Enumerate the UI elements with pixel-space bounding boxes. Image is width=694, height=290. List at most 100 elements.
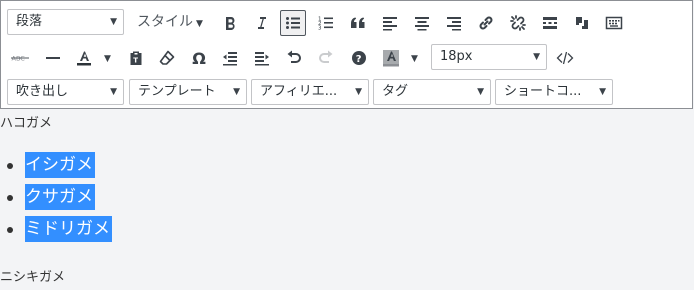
affiliate-select-value: アフィリエ... <box>260 84 338 99</box>
horizontal-line-icon <box>46 57 60 59</box>
toolbar-row-3: 吹き出し ▼ テンプレート ▼ アフィリエ... ▼ タグ ▼ ショートコ...… <box>1 75 692 109</box>
bullet-list-button[interactable] <box>280 10 306 36</box>
link-icon <box>479 16 493 30</box>
blockquote-button[interactable] <box>345 10 371 36</box>
indent-button[interactable] <box>249 45 275 71</box>
redo-button[interactable] <box>313 45 339 71</box>
tag-select[interactable]: タグ ▼ <box>373 79 491 105</box>
selected-text: クサガメ <box>25 184 95 210</box>
background-color-icon <box>383 50 399 67</box>
chevron-down-icon: ▼ <box>104 54 111 64</box>
editor-toolbar: 段落 ▼ スタイル ▼ 123 ▼ T Ω ? ▼ 18px ▼ 吹き出し ▼ … <box>0 0 693 109</box>
svg-text:T: T <box>133 57 138 65</box>
tag-select-value: タグ <box>382 84 409 99</box>
selected-text: イシガメ <box>25 152 95 178</box>
text-color-dropdown[interactable]: ▼ <box>101 44 111 70</box>
bold-button[interactable] <box>217 10 243 36</box>
text-color-icon <box>77 51 91 66</box>
background-color-dropdown[interactable]: ▼ <box>408 44 418 70</box>
list-item: クサガメ <box>7 184 112 216</box>
redo-icon <box>319 50 333 63</box>
toolbar-toggle-button[interactable] <box>601 10 627 36</box>
align-left-button[interactable] <box>377 10 403 36</box>
text-color-button[interactable] <box>71 45 97 71</box>
code-icon <box>556 51 574 65</box>
omega-icon: Ω <box>192 48 206 68</box>
bullet-list-icon <box>286 17 300 29</box>
bullet-icon <box>7 163 13 169</box>
help-button[interactable]: ? <box>346 45 372 71</box>
read-more-button[interactable] <box>537 10 563 36</box>
italic-button[interactable] <box>248 10 274 36</box>
outdent-button[interactable] <box>217 45 243 71</box>
align-right-button[interactable] <box>441 10 467 36</box>
paste-as-text-button[interactable]: T <box>123 45 149 71</box>
template-select[interactable]: テンプレート ▼ <box>129 79 247 105</box>
clear-formatting-button[interactable] <box>154 45 180 71</box>
paragraph: ハコガメ <box>0 116 53 131</box>
speech-bubble-select[interactable]: 吹き出し ▼ <box>7 79 124 105</box>
remove-link-button[interactable] <box>505 10 531 36</box>
read-more-icon <box>543 17 557 29</box>
numbered-list-button[interactable]: 123 <box>313 10 339 36</box>
bullet-icon <box>7 195 13 201</box>
toolbar-row-1: 段落 ▼ スタイル ▼ 123 <box>1 5 692 39</box>
template-select-value: テンプレート <box>138 84 216 99</box>
unlink-icon <box>510 15 526 31</box>
editor-content[interactable]: ハコガメ イシガメ クサガメ ミドリガメ ニシキガメ <box>0 110 694 290</box>
strikethrough-icon: ABC <box>11 55 29 63</box>
outdent-icon <box>223 52 237 66</box>
align-right-icon <box>447 17 461 31</box>
chevron-down-icon: ▼ <box>196 19 203 29</box>
horizontal-line-button[interactable] <box>40 45 66 71</box>
chevron-down-icon: ▼ <box>233 87 240 97</box>
svg-text:?: ? <box>356 54 362 65</box>
shortcode-select-value: ショートコ... <box>504 84 582 99</box>
align-center-button[interactable] <box>409 10 435 36</box>
undo-button[interactable] <box>281 45 307 71</box>
indent-icon <box>255 52 269 66</box>
shortcode-select[interactable]: ショートコ... ▼ <box>495 79 613 105</box>
format-select-value: 段落 <box>16 14 43 29</box>
eraser-icon <box>159 50 175 65</box>
font-size-select-value: 18px <box>440 49 473 64</box>
strikethrough-button[interactable]: ABC <box>7 45 33 71</box>
align-center-icon <box>415 17 429 31</box>
italic-icon <box>258 17 266 29</box>
special-character-button[interactable]: Ω <box>186 45 212 71</box>
affiliate-select[interactable]: アフィリエ... ▼ <box>251 79 369 105</box>
style-menu-label: スタイル <box>137 14 193 30</box>
chevron-down-icon: ▼ <box>355 87 362 97</box>
chevron-down-icon: ▼ <box>110 87 117 97</box>
list-item: ミドリガメ <box>7 216 112 248</box>
shortcode-button[interactable] <box>569 10 595 36</box>
speech-bubble-select-value: 吹き出し <box>16 84 69 99</box>
svg-text:3: 3 <box>318 26 322 32</box>
help-icon: ? <box>352 51 366 65</box>
bullet-list: イシガメ クサガメ ミドリガメ <box>7 152 112 248</box>
bold-icon <box>226 17 235 30</box>
toolbar-row-2: ABC ▼ T Ω ? <box>1 40 692 74</box>
chevron-down-icon: ▼ <box>599 87 606 97</box>
insert-link-button[interactable] <box>473 10 499 36</box>
chevron-down-icon: ▼ <box>533 52 540 62</box>
format-select[interactable]: 段落 ▼ <box>7 9 124 35</box>
bullet-icon <box>7 227 13 233</box>
undo-icon <box>287 50 301 63</box>
font-size-select[interactable]: 18px ▼ <box>431 44 547 70</box>
list-item: イシガメ <box>7 152 112 184</box>
selected-text: ミドリガメ <box>25 216 112 242</box>
background-color-button[interactable] <box>378 45 404 71</box>
chevron-down-icon: ▼ <box>110 17 117 27</box>
chevron-down-icon: ▼ <box>477 87 484 97</box>
shortcode-icon <box>576 17 588 29</box>
style-menu[interactable]: スタイル ▼ <box>137 9 203 35</box>
clipboard-icon: T <box>130 51 142 65</box>
text-mode-button[interactable] <box>552 45 578 71</box>
align-left-icon <box>383 17 397 31</box>
chevron-down-icon: ▼ <box>411 54 418 64</box>
blockquote-icon <box>351 17 365 28</box>
keyboard-icon <box>605 16 623 30</box>
paragraph: ニシキガメ <box>0 270 66 285</box>
numbered-list-icon: 123 <box>318 17 333 32</box>
